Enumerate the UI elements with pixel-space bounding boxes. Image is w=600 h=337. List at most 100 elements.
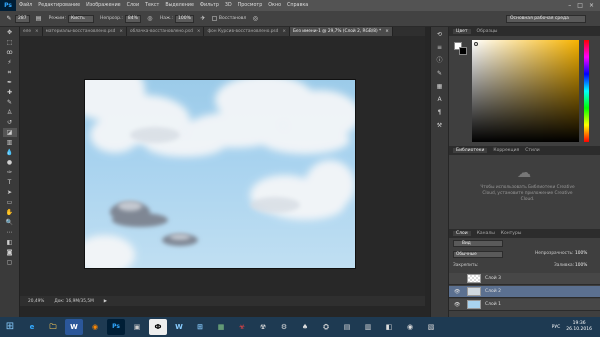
layer-row-3[interactable]: Слой 3 bbox=[449, 273, 600, 285]
menu-select[interactable]: Выделение bbox=[162, 3, 197, 8]
restore-checkbox[interactable] bbox=[211, 16, 217, 21]
close-tab-icon[interactable]: × bbox=[385, 27, 389, 36]
layer-opacity-field[interactable]: 100% bbox=[575, 251, 587, 256]
quick-mask-icon[interactable]: ◙ bbox=[3, 248, 17, 257]
tab-document-4[interactable]: фон Курсив-восстановлено.psd × bbox=[204, 27, 291, 36]
airbrush-icon[interactable]: ✈ bbox=[199, 15, 207, 23]
tab-adjustments[interactable]: Коррекция bbox=[493, 148, 519, 153]
paragraph-panel-icon[interactable]: ¶ bbox=[435, 108, 445, 118]
character-panel-icon[interactable]: A bbox=[435, 95, 445, 105]
close-tab-icon[interactable]: × bbox=[119, 27, 123, 36]
layer-kind-filter[interactable]: Вид bbox=[453, 240, 503, 247]
visibility-eye-icon[interactable]: 👁 bbox=[454, 302, 460, 308]
app-icon[interactable]: ◉ bbox=[401, 319, 419, 335]
app-icon[interactable]: ▧ bbox=[422, 319, 440, 335]
fill-field[interactable]: 100% bbox=[575, 263, 587, 268]
app-icon[interactable]: ◧ bbox=[380, 319, 398, 335]
tab-styles[interactable]: Стили bbox=[525, 148, 540, 153]
visibility-eye-icon[interactable]: 👁 bbox=[454, 289, 460, 295]
info-panel-icon[interactable]: ⓘ bbox=[435, 56, 445, 66]
minimize-button[interactable]: – bbox=[568, 2, 571, 9]
app-icon[interactable]: ⊞ bbox=[191, 319, 209, 335]
language-indicator[interactable]: РУС bbox=[552, 325, 561, 330]
tab-color[interactable]: Цвет bbox=[453, 29, 471, 34]
app-icon[interactable]: ▣ bbox=[128, 319, 146, 335]
brush-panel-icon[interactable]: ▤ bbox=[35, 15, 43, 23]
app-icon[interactable]: ▦ bbox=[212, 319, 230, 335]
layer-row-2[interactable]: 👁 Слой 2 bbox=[449, 286, 600, 298]
color-picker-field[interactable] bbox=[472, 40, 579, 142]
app-icon[interactable]: ♠ bbox=[296, 319, 314, 335]
opacity-field[interactable]: 84% bbox=[124, 14, 141, 23]
properties-panel-icon[interactable]: ≡ bbox=[435, 43, 445, 53]
menu-type[interactable]: Текст bbox=[142, 3, 162, 8]
hand-tool-icon[interactable]: ✋ bbox=[3, 208, 17, 217]
menu-help[interactable]: Справка bbox=[284, 3, 311, 8]
eraser-tool-preset-icon[interactable]: ✎ bbox=[5, 15, 13, 23]
start-button-icon[interactable]: ⊞ bbox=[0, 317, 20, 337]
menu-window[interactable]: Окно bbox=[265, 3, 284, 8]
close-button[interactable]: × bbox=[589, 2, 594, 9]
screen-mode-icon[interactable]: ▢ bbox=[3, 258, 17, 267]
word-icon[interactable]: W bbox=[65, 319, 83, 335]
menu-3d[interactable]: 3D bbox=[222, 3, 235, 8]
pressure-size-icon[interactable]: ◎ bbox=[251, 15, 259, 23]
menu-edit[interactable]: Редактирование bbox=[35, 3, 83, 8]
tab-document-active[interactable]: Без имени-1 @ 29,7% (Слой 2, RGB/8) * × bbox=[290, 27, 393, 36]
photoshop-taskbar-icon[interactable]: Ps bbox=[107, 319, 125, 335]
close-tab-icon[interactable]: × bbox=[35, 27, 39, 36]
tab-channels[interactable]: Каналы bbox=[477, 231, 495, 236]
tab-document-2[interactable]: материалы-восстановлено.psd × bbox=[42, 27, 128, 36]
tab-layers[interactable]: Слои bbox=[453, 231, 471, 236]
brush-tool-icon[interactable]: ✎ bbox=[3, 98, 17, 107]
eraser-tool-icon[interactable]: ◪ bbox=[2, 128, 17, 137]
app-icon[interactable]: ☣ bbox=[233, 319, 251, 335]
pen-tool-icon[interactable]: ✑ bbox=[3, 168, 17, 177]
eyedropper-tool-icon[interactable]: ✒ bbox=[3, 78, 17, 87]
move-tool-icon[interactable]: ✥ bbox=[3, 28, 17, 37]
close-tab-icon[interactable]: × bbox=[282, 27, 286, 36]
menu-image[interactable]: Изображение bbox=[83, 3, 124, 8]
app-icon[interactable]: ▥ bbox=[359, 319, 377, 335]
healing-brush-tool-icon[interactable]: ✚ bbox=[3, 88, 17, 97]
history-brush-tool-icon[interactable]: ↺ bbox=[3, 118, 17, 127]
internet-explorer-icon[interactable]: e bbox=[23, 319, 41, 335]
brush-size-field[interactable]: 287 bbox=[15, 14, 30, 23]
clock[interactable]: 19:36 26.10.2016 bbox=[566, 321, 592, 333]
path-selection-tool-icon[interactable]: ➤ bbox=[3, 188, 17, 197]
clone-stamp-tool-icon[interactable]: ♙ bbox=[3, 108, 17, 117]
blur-tool-icon[interactable]: 💧 bbox=[3, 148, 17, 157]
type-tool-icon[interactable]: T bbox=[3, 178, 17, 187]
tab-document-1[interactable]: еле × bbox=[20, 27, 43, 36]
app-icon[interactable]: ☢ bbox=[254, 319, 272, 335]
pressure-opacity-icon[interactable]: ◎ bbox=[146, 15, 154, 23]
status-menu-arrow[interactable]: ▶ bbox=[104, 299, 107, 304]
menu-layers[interactable]: Слои bbox=[124, 3, 142, 8]
history-panel-icon[interactable]: ⟲ bbox=[435, 30, 445, 40]
rectangle-tool-icon[interactable]: ▭ bbox=[3, 198, 17, 207]
firefox-icon[interactable]: ◉ bbox=[86, 319, 104, 335]
tab-swatches[interactable]: Образцы bbox=[477, 29, 498, 34]
mode-select[interactable]: Кисть bbox=[67, 14, 94, 23]
tab-paths[interactable]: Контуры bbox=[501, 231, 522, 236]
lasso-tool-icon[interactable]: ꝏ bbox=[3, 48, 17, 57]
app-icon[interactable]: Ф bbox=[149, 319, 167, 335]
more-tools-icon[interactable]: ⋯ bbox=[3, 228, 17, 237]
dodge-tool-icon[interactable]: ● bbox=[3, 158, 17, 167]
blend-mode-select[interactable]: Обычные bbox=[453, 251, 503, 258]
tab-libraries[interactable]: Библиотеки bbox=[453, 148, 488, 153]
color-picker-marker[interactable] bbox=[474, 42, 478, 46]
app-icon[interactable]: W bbox=[170, 319, 188, 335]
marquee-tool-icon[interactable]: ⬚ bbox=[3, 38, 17, 47]
steam-icon[interactable]: ⛭ bbox=[317, 319, 335, 335]
magic-wand-tool-icon[interactable]: ⚡ bbox=[3, 58, 17, 67]
layer-row-1[interactable]: 👁 Слой 1 bbox=[449, 299, 600, 311]
workspace-select[interactable]: Основная рабочая среда bbox=[506, 14, 586, 23]
maximize-button[interactable]: □ bbox=[577, 2, 583, 9]
app-icon[interactable]: ⚙ bbox=[275, 319, 293, 335]
tab-document-3[interactable]: облачка-восстановлено.psd × bbox=[127, 27, 205, 36]
hue-slider[interactable] bbox=[584, 40, 589, 142]
document-canvas[interactable] bbox=[84, 79, 356, 269]
background-color-swatch[interactable] bbox=[459, 47, 467, 55]
brush-presets-icon[interactable]: ▦ bbox=[435, 82, 445, 92]
